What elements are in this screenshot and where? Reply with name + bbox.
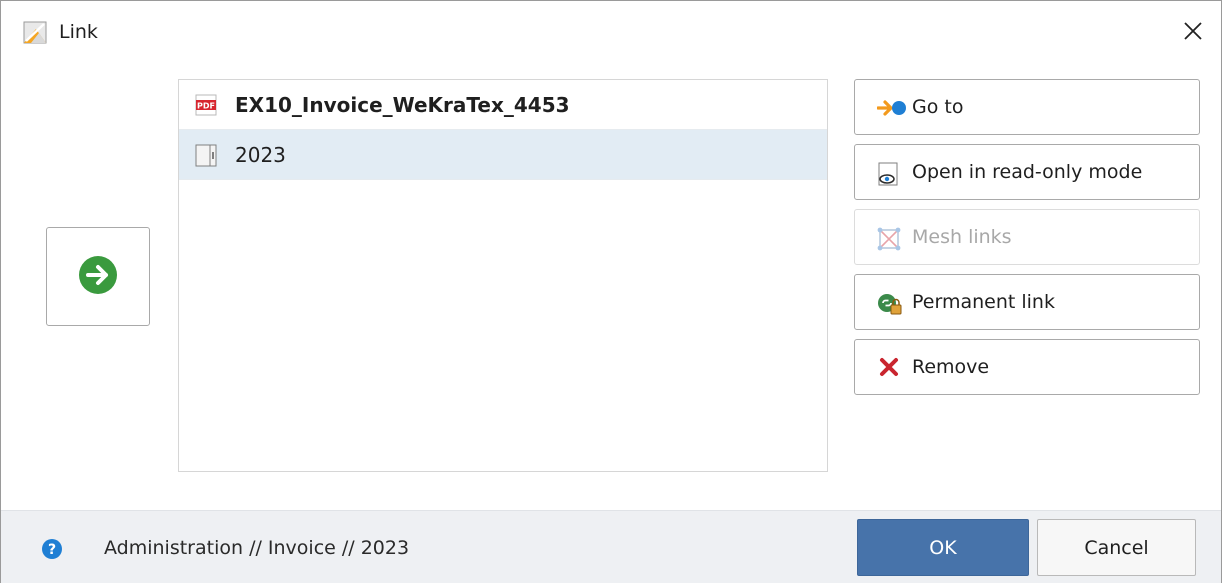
help-icon[interactable]: ? <box>41 538 63 560</box>
read-only-icon <box>877 162 901 186</box>
permanent-link-icon <box>877 292 902 315</box>
list-item[interactable]: PDF EX10_Invoice_WeKraTex_4453 <box>179 80 827 130</box>
close-button[interactable] <box>1175 15 1211 51</box>
window-title: Link <box>59 21 98 43</box>
remove-label: Remove <box>912 356 990 378</box>
cancel-button[interactable]: Cancel <box>1037 519 1196 576</box>
remove-button[interactable]: Remove <box>854 339 1200 395</box>
close-icon <box>1183 21 1203 45</box>
svg-text:PDF: PDF <box>197 102 215 111</box>
permanent-link-button[interactable]: Permanent link <box>854 274 1200 330</box>
link-list[interactable]: PDF EX10_Invoice_WeKraTex_4453 2023 <box>178 79 828 472</box>
list-item[interactable]: 2023 <box>179 130 827 180</box>
title-bar: Link <box>1 1 1221 61</box>
list-item-label: EX10_Invoice_WeKraTex_4453 <box>235 93 570 117</box>
link-document-icon <box>23 21 49 45</box>
permanent-link-label: Permanent link <box>912 291 1055 313</box>
ok-button[interactable]: OK <box>857 519 1029 576</box>
svg-text:?: ? <box>48 542 56 558</box>
pdf-icon: PDF <box>195 94 217 116</box>
path-breadcrumb: Administration // Invoice // 2023 <box>104 537 410 559</box>
mesh-links-icon <box>877 227 901 251</box>
open-read-only-button[interactable]: Open in read-only mode <box>854 144 1200 200</box>
footer-bar: ? Administration // Invoice // 2023 OK C… <box>1 510 1221 583</box>
list-item-label: 2023 <box>235 143 286 167</box>
go-to-label: Go to <box>912 96 964 118</box>
remove-icon <box>877 357 901 379</box>
open-read-only-label: Open in read-only mode <box>912 161 1143 183</box>
register-folder-icon <box>195 144 217 167</box>
go-to-icon <box>876 97 906 119</box>
mesh-links-button[interactable]: Mesh links <box>854 209 1200 265</box>
go-to-button[interactable]: Go to <box>854 79 1200 135</box>
link-dialog: Link PDF EX10_Invoice_WeKraTex_4453 2023… <box>0 0 1222 583</box>
mesh-links-label: Mesh links <box>912 226 1012 248</box>
navigate-button[interactable] <box>46 227 150 326</box>
arrow-right-circle-icon <box>78 255 118 299</box>
